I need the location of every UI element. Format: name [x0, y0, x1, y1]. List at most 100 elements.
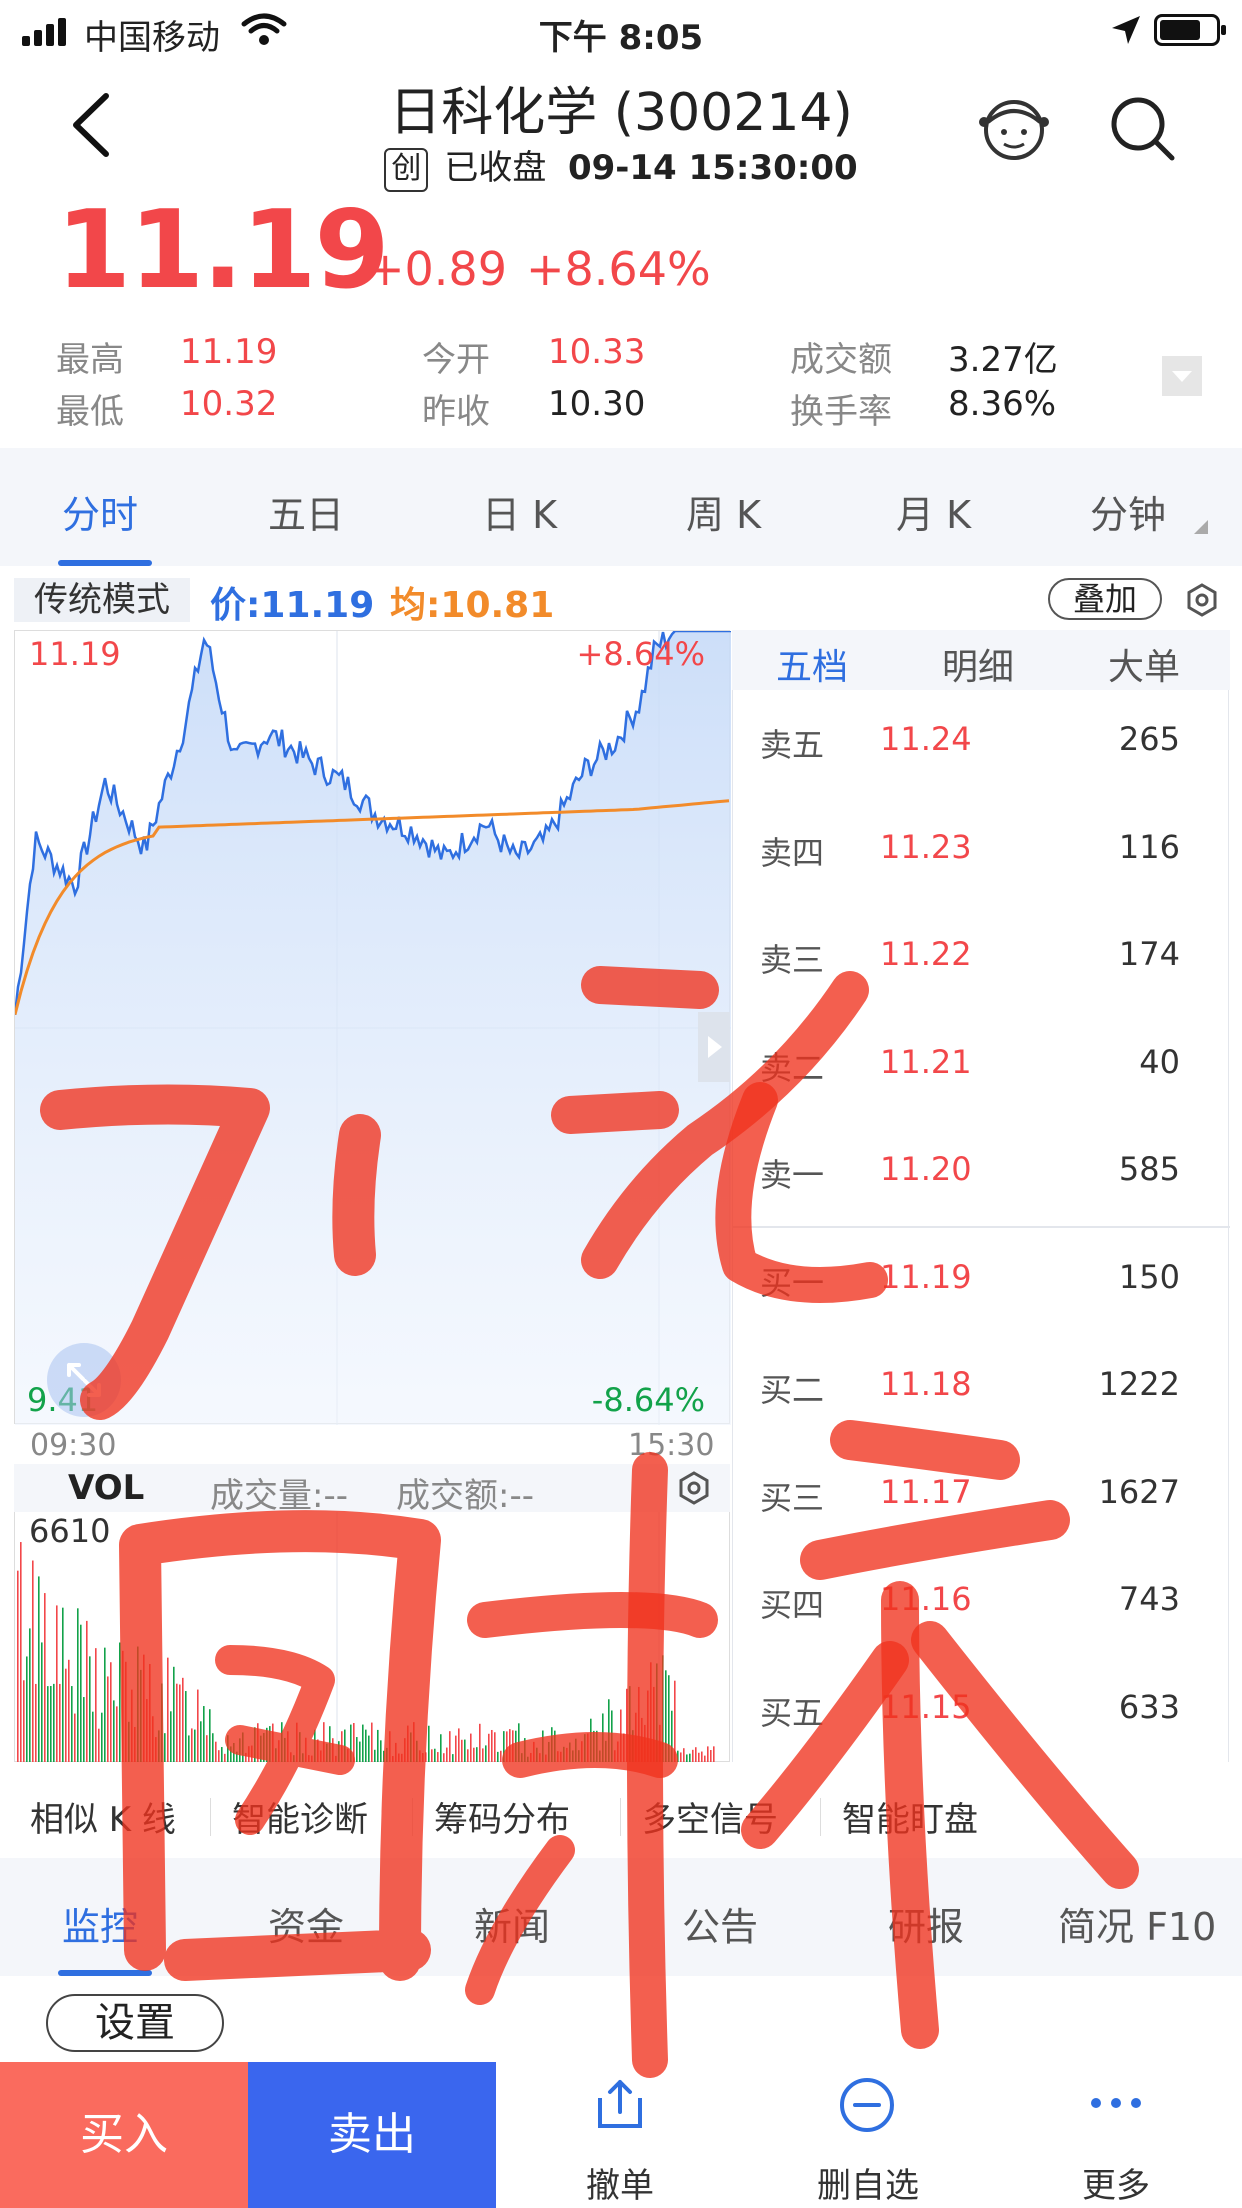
orderbook-row[interactable]: 买四 11.16 743 [732, 1558, 1230, 1666]
orderbook-row[interactable]: 买三 11.17 1627 [732, 1451, 1230, 1559]
tab-research[interactable]: 研报 [888, 1896, 964, 1951]
chart-collapse-handle[interactable] [698, 1012, 730, 1082]
volume-bar [293, 1755, 295, 1762]
intraday-chart[interactable]: 11.19 +8.64% 9.41 -8.64% [14, 630, 731, 1425]
volume-bar [398, 1753, 400, 1762]
cancel-order-button[interactable]: 撤单 [540, 2072, 700, 2206]
volume-bar [392, 1756, 394, 1762]
orderbook-row[interactable]: 卖二 11.21 40 [732, 1021, 1230, 1129]
orderbook-row[interactable]: 卖一 11.20 585 [732, 1128, 1230, 1236]
tool-item[interactable]: 多空信号 [642, 1792, 778, 1841]
orderbook-row[interactable]: 买一 11.19 150 [732, 1236, 1230, 1344]
volume-bar [101, 1712, 103, 1762]
volume-chart[interactable]: 6610 [14, 1512, 730, 1762]
volume-bar [260, 1735, 262, 1762]
volume-bar [356, 1737, 358, 1762]
tab-minute[interactable]: 分钟 [1090, 484, 1166, 539]
volume-bar [701, 1751, 703, 1762]
sell-button[interactable]: 卖出 [248, 2062, 496, 2208]
volume-bar [560, 1751, 562, 1762]
tab-funds[interactable]: 资金 [268, 1896, 344, 1951]
tool-item[interactable]: 智能诊断 [232, 1792, 368, 1841]
time-axis-start: 09:30 [30, 1428, 117, 1463]
volume-max-label: 6610 [29, 1512, 111, 1550]
chart-settings-icon[interactable] [1184, 582, 1220, 618]
tab-intraday[interactable]: 分时 [62, 484, 138, 539]
orderbook-volume: 174 [1118, 935, 1180, 973]
more-button[interactable]: 更多 [1036, 2072, 1196, 2206]
overlay-button[interactable]: 叠加 [1048, 578, 1162, 620]
settings-button[interactable]: 设置 [46, 1994, 224, 2052]
orderbook-price: 11.15 [880, 1687, 972, 1726]
search-icon[interactable] [1108, 94, 1178, 164]
orderbook-side: 买五 [760, 1693, 825, 1732]
high-label: 最高 [56, 340, 124, 380]
volume-bar [476, 1747, 478, 1762]
tab-five-day[interactable]: 五日 [268, 484, 344, 539]
volume-bar [353, 1723, 355, 1762]
board-tag: 创 [384, 147, 429, 192]
volume-bar [629, 1686, 631, 1762]
orderbook-row[interactable]: 卖五 11.24 265 [732, 698, 1230, 806]
volume-bar [98, 1728, 100, 1762]
volume-bar [311, 1755, 313, 1762]
orderbook-left-border [732, 690, 733, 1762]
volume-bar [275, 1748, 277, 1762]
tab-news[interactable]: 新闻 [474, 1896, 550, 1951]
volume-bar [317, 1739, 319, 1762]
orderbook-volume: 1222 [1098, 1365, 1180, 1403]
high-value: 11.19 [180, 332, 278, 372]
volume-bar [611, 1710, 613, 1762]
expand-quote-button[interactable] [1162, 356, 1202, 396]
remove-watchlist-button[interactable]: 删自选 [788, 2072, 948, 2206]
tool-item[interactable]: 相似 K 线 [30, 1792, 176, 1841]
orderbook-price: 11.20 [880, 1150, 972, 1188]
volume-bar [44, 1593, 46, 1762]
volume-bar [59, 1683, 61, 1762]
volume-bar [182, 1677, 184, 1762]
orderbook-tab-big-orders[interactable]: 大单 [1108, 638, 1180, 690]
buy-button[interactable]: 买入 [0, 2062, 248, 2208]
last-price: 11.19 [56, 188, 390, 313]
orderbook-row[interactable]: 买五 11.15 633 [732, 1666, 1230, 1774]
tab-daily-k[interactable]: 日 K [482, 484, 557, 539]
orderbook-tab-five-level[interactable]: 五档 [776, 638, 848, 690]
tool-item[interactable]: 筹码分布 [434, 1792, 570, 1841]
orderbook-tab-detail[interactable]: 明细 [942, 638, 1014, 690]
tool-item[interactable]: 智能盯盘 [842, 1792, 978, 1841]
volume-bar [290, 1752, 292, 1762]
tab-monthly-k[interactable]: 月 K [896, 484, 971, 539]
fullscreen-button[interactable] [47, 1343, 121, 1417]
orderbook-row[interactable]: 买二 11.18 1222 [732, 1343, 1230, 1451]
volume-settings-icon[interactable] [676, 1470, 712, 1506]
market-status: 已收盘 [444, 148, 547, 188]
volume-bar [278, 1740, 280, 1762]
tab-monitor[interactable]: 监控 [62, 1896, 138, 1951]
volume-bar [86, 1620, 88, 1762]
battery-icon [1154, 14, 1226, 46]
volume-bar [395, 1742, 397, 1762]
orderbook-row[interactable]: 卖四 11.23 116 [732, 806, 1230, 914]
status-bar: 中国移动 下午 8:05 [0, 0, 1242, 62]
volume-bar [638, 1686, 640, 1762]
volume-bar [668, 1675, 670, 1762]
volume-bar [689, 1753, 691, 1762]
volume-bar [212, 1733, 214, 1762]
volume-bar [518, 1723, 520, 1762]
chart-mode-button[interactable]: 传统模式 [14, 578, 190, 622]
orderbook-row[interactable]: 卖三 11.22 174 [732, 913, 1230, 1021]
volume-bar [662, 1655, 664, 1762]
tab-weekly-k[interactable]: 周 K [686, 484, 761, 539]
volume-bar [29, 1628, 31, 1762]
volume-bar [215, 1741, 217, 1762]
volume-amount: 成交额:-- [396, 1476, 534, 1516]
volume-bar [236, 1751, 238, 1762]
volume-bar [350, 1724, 352, 1762]
tab-f10[interactable]: 简况 F10 [1058, 1896, 1216, 1951]
volume-bar [416, 1740, 418, 1762]
volume-bar [563, 1746, 565, 1762]
volume-bar [548, 1741, 550, 1762]
robot-assistant-icon[interactable] [978, 92, 1050, 164]
tab-announcements[interactable]: 公告 [682, 1896, 758, 1951]
volume-bar [704, 1755, 706, 1762]
